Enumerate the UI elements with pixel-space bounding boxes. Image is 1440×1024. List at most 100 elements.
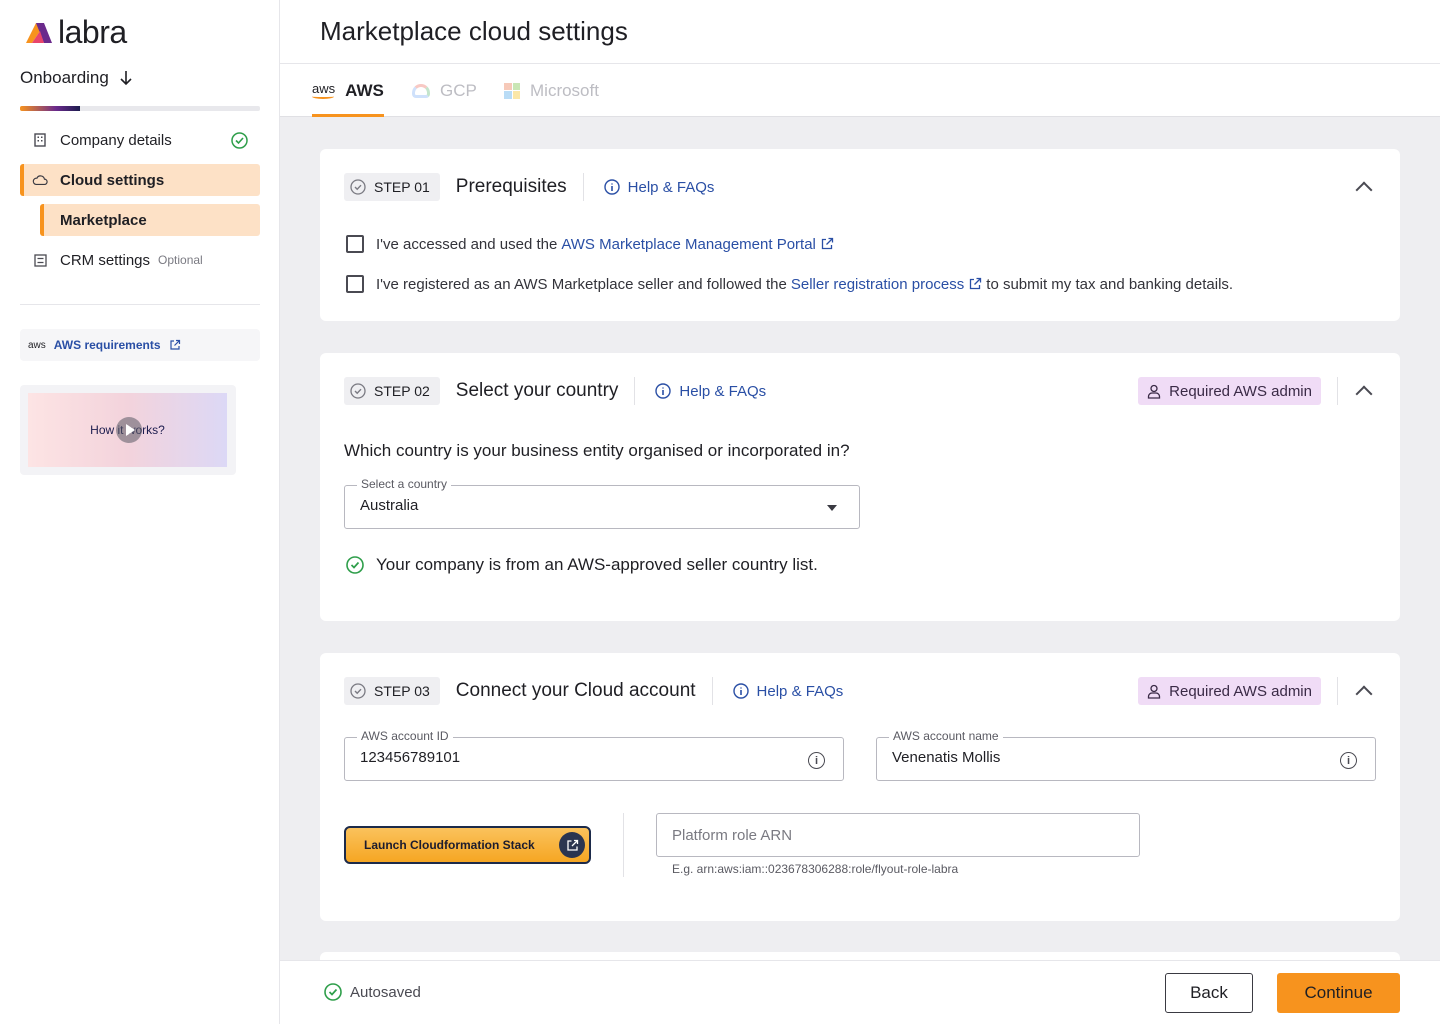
nav-item-company-details[interactable]: Company details <box>20 124 260 156</box>
nav-item-cloud-settings[interactable]: Cloud settings <box>20 164 260 196</box>
admin-label: Required AWS admin <box>1169 382 1312 400</box>
step-02-header: STEP 02 Select your country Help & FAQs … <box>344 377 1376 405</box>
user-icon <box>1147 384 1161 399</box>
tab-aws[interactable]: aws AWS <box>312 64 384 117</box>
sidebar: labra Onboarding Company details Cloud s… <box>0 0 280 1024</box>
nav-item-marketplace[interactable]: Marketplace <box>40 204 260 236</box>
country-select[interactable]: Select a country Australia <box>344 477 860 529</box>
help-faqs-link[interactable]: Help & FAQs <box>603 178 715 196</box>
aws-logo-icon: aws <box>312 81 336 99</box>
cloud-tabs: aws AWS GCP Microsoft <box>280 64 1440 117</box>
field-value: 123456789101 <box>360 749 461 766</box>
caret-down-icon <box>827 505 837 511</box>
info-icon[interactable]: i <box>808 752 825 769</box>
check-circle-icon <box>231 132 248 149</box>
aws-requirements-label: AWS requirements <box>53 338 161 352</box>
field-placeholder: Platform role ARN <box>672 827 793 844</box>
microsoft-logo-icon <box>504 82 520 99</box>
prerequisite-text: I've registered as an AWS Marketplace se… <box>376 275 787 293</box>
sidebar-divider <box>20 304 260 305</box>
aws-account-id-field[interactable]: AWS account ID 123456789101 i <box>344 729 844 781</box>
country-question: Which country is your business entity or… <box>344 441 850 460</box>
how-it-works-video[interactable]: How it works? <box>20 385 236 475</box>
check-circle-icon <box>350 383 366 399</box>
onboarding-toggle[interactable]: Onboarding <box>20 68 133 88</box>
arn-helper-text: E.g. arn:aws:iam::023678306288:role/flyo… <box>672 862 959 876</box>
link-label: Seller registration process <box>790 275 965 293</box>
chevron-up-icon[interactable] <box>1355 181 1373 199</box>
field-label: Select a country <box>357 477 452 491</box>
labra-logo-icon <box>26 23 52 43</box>
page-footer: Autosaved Back Continue <box>280 960 1440 1024</box>
help-faqs-link[interactable]: Help & FAQs <box>732 682 844 700</box>
aws-logo-icon: aws <box>28 339 46 351</box>
external-link-icon <box>821 237 834 250</box>
step-header-actions: Required AWS admin <box>1138 377 1376 405</box>
step-header-actions <box>1355 178 1376 199</box>
seller-registration-link[interactable]: Seller registration process <box>791 276 982 293</box>
help-label: Help & FAQs <box>679 382 767 400</box>
page-header: Marketplace cloud settings <box>280 0 1440 64</box>
aws-account-name-field[interactable]: AWS account name Venenatis Mollis i <box>876 729 1376 781</box>
back-button[interactable]: Back <box>1165 973 1253 1013</box>
field-label: AWS account ID <box>357 729 453 743</box>
prerequisite-checkbox-1[interactable] <box>346 235 364 253</box>
aws-marketplace-portal-link[interactable]: AWS Marketplace Management Portal <box>561 236 834 253</box>
play-icon[interactable] <box>116 417 142 443</box>
external-link-icon <box>559 832 585 858</box>
nav-item-label: Company details <box>60 131 172 149</box>
chevron-up-icon[interactable] <box>1355 685 1373 703</box>
step-01-card: STEP 01 Prerequisites Help & FAQs I've a… <box>320 149 1400 321</box>
tab-microsoft[interactable]: Microsoft <box>504 64 599 117</box>
main-content: Marketplace cloud settings aws AWS GCP M… <box>280 0 1440 1024</box>
building-icon <box>32 132 48 148</box>
labra-logo[interactable]: labra <box>24 16 127 48</box>
launch-cloudformation-button[interactable]: Launch Cloudformation Stack <box>344 826 591 864</box>
nav-item-label: Marketplace <box>60 211 147 229</box>
nav-item-label: Cloud settings <box>60 171 165 189</box>
step-title: Connect your Cloud account <box>456 677 713 705</box>
prerequisite-text: I've accessed and used the <box>376 235 558 253</box>
help-faqs-link[interactable]: Help & FAQs <box>655 383 766 400</box>
header-separator <box>1337 377 1338 405</box>
step-number: STEP 02 <box>374 383 430 399</box>
step-03-header: STEP 03 Connect your Cloud account Help … <box>344 677 1376 705</box>
check-circle-icon <box>346 556 364 574</box>
chevron-up-icon[interactable] <box>1355 385 1373 403</box>
link-label: AWS Marketplace Management Portal <box>561 235 816 253</box>
tab-label: Microsoft <box>530 80 599 100</box>
country-success-message: Your company is from an AWS-approved sel… <box>346 555 818 575</box>
autosaved-status: Autosaved <box>324 983 421 1001</box>
continue-button[interactable]: Continue <box>1277 973 1400 1013</box>
tab-label: AWS <box>345 80 384 100</box>
user-icon <box>1147 684 1161 699</box>
tab-gcp[interactable]: GCP <box>412 64 477 117</box>
aws-requirements-link[interactable]: aws AWS requirements <box>20 329 260 361</box>
step-number: STEP 01 <box>374 179 430 195</box>
vertical-divider <box>623 813 624 877</box>
field-value: Australia <box>360 497 419 514</box>
info-icon <box>603 179 620 195</box>
admin-label: Required AWS admin <box>1169 682 1312 700</box>
step-title: Select your country <box>456 377 636 405</box>
external-link-icon <box>169 339 180 350</box>
step-badge: STEP 01 <box>344 173 440 201</box>
platform-role-arn-input[interactable]: Platform role ARN <box>656 813 1140 857</box>
help-label: Help & FAQs <box>627 178 715 196</box>
prerequisite-checkbox-2[interactable] <box>346 275 364 293</box>
help-label: Help & FAQs <box>756 682 844 700</box>
page-title: Marketplace cloud settings <box>320 16 628 46</box>
step-number: STEP 03 <box>374 683 430 699</box>
logo-text: labra <box>58 14 127 50</box>
gcp-cloud-icon <box>412 83 430 98</box>
tab-label: GCP <box>440 80 477 100</box>
success-text: Your company is from an AWS-approved sel… <box>376 555 818 574</box>
prerequisite-row-2: I've registered as an AWS Marketplace se… <box>346 275 1233 293</box>
check-circle-icon <box>350 683 366 699</box>
info-icon[interactable]: i <box>1340 752 1357 769</box>
nav-item-crm-settings[interactable]: CRM settings Optional <box>20 244 260 276</box>
settings-sliders-icon <box>32 252 48 268</box>
step-03-card: STEP 03 Connect your Cloud account Help … <box>320 653 1400 921</box>
step-02-card: STEP 02 Select your country Help & FAQs … <box>320 353 1400 621</box>
optional-tag: Optional <box>158 253 203 267</box>
